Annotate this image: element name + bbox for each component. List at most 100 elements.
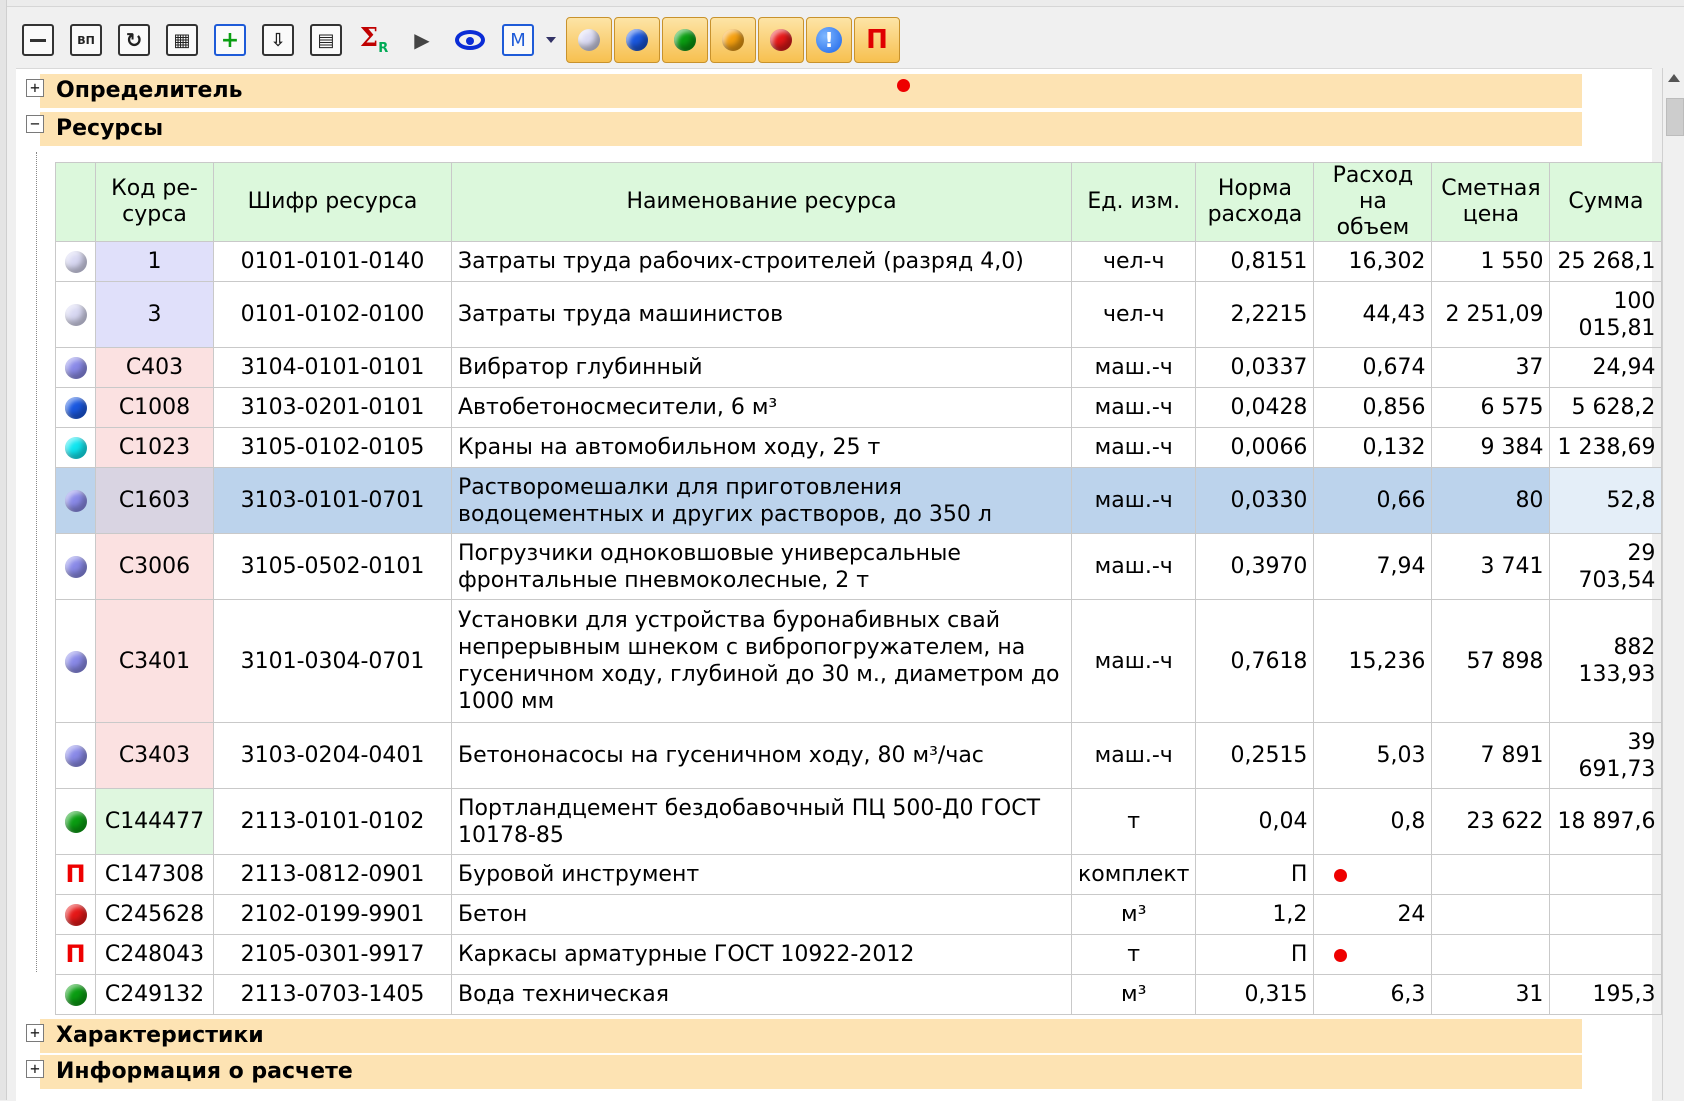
sum-cell[interactable]: 52,8 <box>1549 467 1663 534</box>
sum-cell[interactable]: 39 691,73 <box>1549 722 1663 789</box>
resource-cipher-cell[interactable]: 3101-0304-0701 <box>213 599 452 723</box>
resource-code-cell[interactable]: 1 <box>95 241 214 282</box>
norm-cell[interactable]: П <box>1195 854 1315 895</box>
share-button[interactable]: ▶ <box>406 24 438 56</box>
resource-code-cell[interactable]: С1008 <box>95 387 214 428</box>
sum-cell[interactable]: 25 268,1 <box>1549 241 1663 282</box>
consumption-cell[interactable]: 0,132 <box>1313 427 1433 468</box>
filter-red-button[interactable] <box>758 17 804 63</box>
filter-orange-button[interactable] <box>710 17 756 63</box>
price-cell[interactable] <box>1431 934 1551 975</box>
norm-cell[interactable]: 0,8151 <box>1195 241 1315 282</box>
refresh-button[interactable]: ↻ <box>118 24 150 56</box>
norm-cell[interactable]: 0,0330 <box>1195 467 1315 534</box>
resource-name-cell[interactable]: Бетононасосы на гусеничном ходу, 80 м³/ч… <box>451 722 1072 789</box>
resource-name-cell[interactable]: Краны на автомобильном ходу, 25 т <box>451 427 1072 468</box>
resource-name-cell[interactable]: Растворомешалки для приготовления водоце… <box>451 467 1072 534</box>
resource-cipher-cell[interactable]: 2105-0301-9917 <box>213 934 452 975</box>
unit-cell[interactable]: м³ <box>1070 974 1197 1015</box>
insert-button[interactable]: ⇩ <box>262 24 294 56</box>
price-cell[interactable]: 37 <box>1431 347 1551 388</box>
sum-cell[interactable]: 18 897,6 <box>1549 788 1663 855</box>
unit-cell[interactable]: чел-ч <box>1070 241 1197 282</box>
table-row[interactable]: С1023 3105-0102-0105 Краны на автомобильно… <box>55 427 1663 468</box>
vertical-scrollbar[interactable] <box>1662 68 1684 1100</box>
unit-cell[interactable]: маш.-ч <box>1070 467 1197 534</box>
resource-cipher-cell[interactable]: 3104-0101-0101 <box>213 347 452 388</box>
consumption-cell[interactable]: 7,94 <box>1313 533 1433 600</box>
resource-name-cell[interactable]: Вода техническая <box>451 974 1072 1015</box>
norm-cell[interactable]: 0,0066 <box>1195 427 1315 468</box>
table-row[interactable]: 1 0101-0101-0140 Затраты труда рабочих-стр… <box>55 241 1663 282</box>
scroll-up-icon[interactable] <box>1668 74 1680 82</box>
resource-cipher-cell[interactable]: 3103-0101-0701 <box>213 467 452 534</box>
unit-cell[interactable]: маш.-ч <box>1070 387 1197 428</box>
norm-cell[interactable]: 1,2 <box>1195 894 1315 935</box>
norm-cell[interactable]: 0,2515 <box>1195 722 1315 789</box>
resource-cipher-cell[interactable]: 3103-0204-0401 <box>213 722 452 789</box>
unit-cell[interactable]: комплект <box>1070 854 1197 895</box>
resource-name-cell[interactable]: Вибратор глубинный <box>451 347 1072 388</box>
resource-cipher-cell[interactable]: 3103-0201-0101 <box>213 387 452 428</box>
price-cell[interactable]: 23 622 <box>1431 788 1551 855</box>
col-ed-header[interactable]: Ед. изм. <box>1070 162 1197 242</box>
unit-cell[interactable]: маш.-ч <box>1070 722 1197 789</box>
sum-cell[interactable]: 882 133,93 <box>1549 599 1663 723</box>
col-cena-header[interactable]: Сметная цена <box>1431 162 1551 242</box>
resource-code-cell[interactable]: С249132 <box>95 974 214 1015</box>
norm-cell[interactable]: 0,0428 <box>1195 387 1315 428</box>
consumption-cell[interactable] <box>1313 854 1433 895</box>
m-button[interactable]: M <box>502 24 534 56</box>
table-row[interactable]: П С248043 2105-0301-9917 Каркасы арматурные… <box>55 934 1663 975</box>
resource-cipher-cell[interactable]: 2113-0703-1405 <box>213 974 452 1015</box>
col-norma-header[interactable]: Норма расхода <box>1195 162 1315 242</box>
col-kod-header[interactable]: Код ре-сурса <box>95 162 214 242</box>
resource-cipher-cell[interactable]: 0101-0101-0140 <box>213 241 452 282</box>
resource-name-cell[interactable]: Каркасы арматурные ГОСТ 10922-2012 <box>451 934 1072 975</box>
table-row[interactable]: С403 3104-0101-0101 Вибратор глубинный маш.… <box>55 347 1663 388</box>
section-header-resursy[interactable] <box>40 112 1582 146</box>
view-button[interactable] <box>454 24 486 56</box>
resource-code-cell[interactable]: С3006 <box>95 533 214 600</box>
resource-code-cell[interactable]: С144477 <box>95 788 214 855</box>
resource-code-cell[interactable]: С3401 <box>95 599 214 723</box>
price-cell[interactable]: 80 <box>1431 467 1551 534</box>
table-row[interactable]: С3006 3105-0502-0101 Погрузчики одноковшов… <box>55 533 1663 600</box>
resource-name-cell[interactable]: Буровой инструмент <box>451 854 1072 895</box>
resource-code-cell[interactable]: С1603 <box>95 467 214 534</box>
resource-cipher-cell[interactable]: 2102-0199-9901 <box>213 894 452 935</box>
resource-name-cell[interactable]: Затраты труда машинистов <box>451 281 1072 348</box>
sum-cell[interactable]: 1 238,69 <box>1549 427 1663 468</box>
consumption-cell[interactable]: 15,236 <box>1313 599 1433 723</box>
consumption-cell[interactable]: 44,43 <box>1313 281 1433 348</box>
splitter-left[interactable] <box>0 0 7 1100</box>
resource-code-cell[interactable]: 3 <box>95 281 214 348</box>
unit-cell[interactable]: м³ <box>1070 894 1197 935</box>
resource-cipher-cell[interactable]: 3105-0502-0101 <box>213 533 452 600</box>
price-cell[interactable]: 3 741 <box>1431 533 1551 600</box>
resource-code-cell[interactable]: С248043 <box>95 934 214 975</box>
resource-name-cell[interactable]: Портландцемент бездобавочный ПЦ 500-Д0 Г… <box>451 788 1072 855</box>
price-cell[interactable]: 57 898 <box>1431 599 1551 723</box>
sum-r-button[interactable]: ΣR <box>358 23 390 56</box>
document-button[interactable]: ▤ <box>310 24 342 56</box>
consumption-cell[interactable]: 16,302 <box>1313 241 1433 282</box>
col-summa-header[interactable]: Сумма <box>1549 162 1663 242</box>
price-cell[interactable] <box>1431 894 1551 935</box>
filter-blue-button[interactable] <box>614 17 660 63</box>
section-header-opredelitel[interactable] <box>40 74 1582 108</box>
vp-button[interactable]: ВП <box>70 24 102 56</box>
norm-cell[interactable]: 0,3970 <box>1195 533 1315 600</box>
consumption-cell[interactable]: 0,66 <box>1313 467 1433 534</box>
scroll-thumb[interactable] <box>1666 98 1684 136</box>
resource-code-cell[interactable]: С3403 <box>95 722 214 789</box>
table-row[interactable]: С245628 2102-0199-9901 Бетон м³ 1,2 24 <box>55 894 1663 935</box>
norm-cell[interactable]: 0,315 <box>1195 974 1315 1015</box>
price-cell[interactable]: 1 550 <box>1431 241 1551 282</box>
resource-cipher-cell[interactable]: 2113-0812-0901 <box>213 854 452 895</box>
sum-cell[interactable] <box>1549 894 1663 935</box>
consumption-cell[interactable]: 24 <box>1313 894 1433 935</box>
unit-cell[interactable]: маш.-ч <box>1070 427 1197 468</box>
table-row[interactable]: С3403 3103-0204-0401 Бетононасосы на гусен… <box>55 722 1663 789</box>
filter-p-button[interactable]: П <box>854 17 900 63</box>
